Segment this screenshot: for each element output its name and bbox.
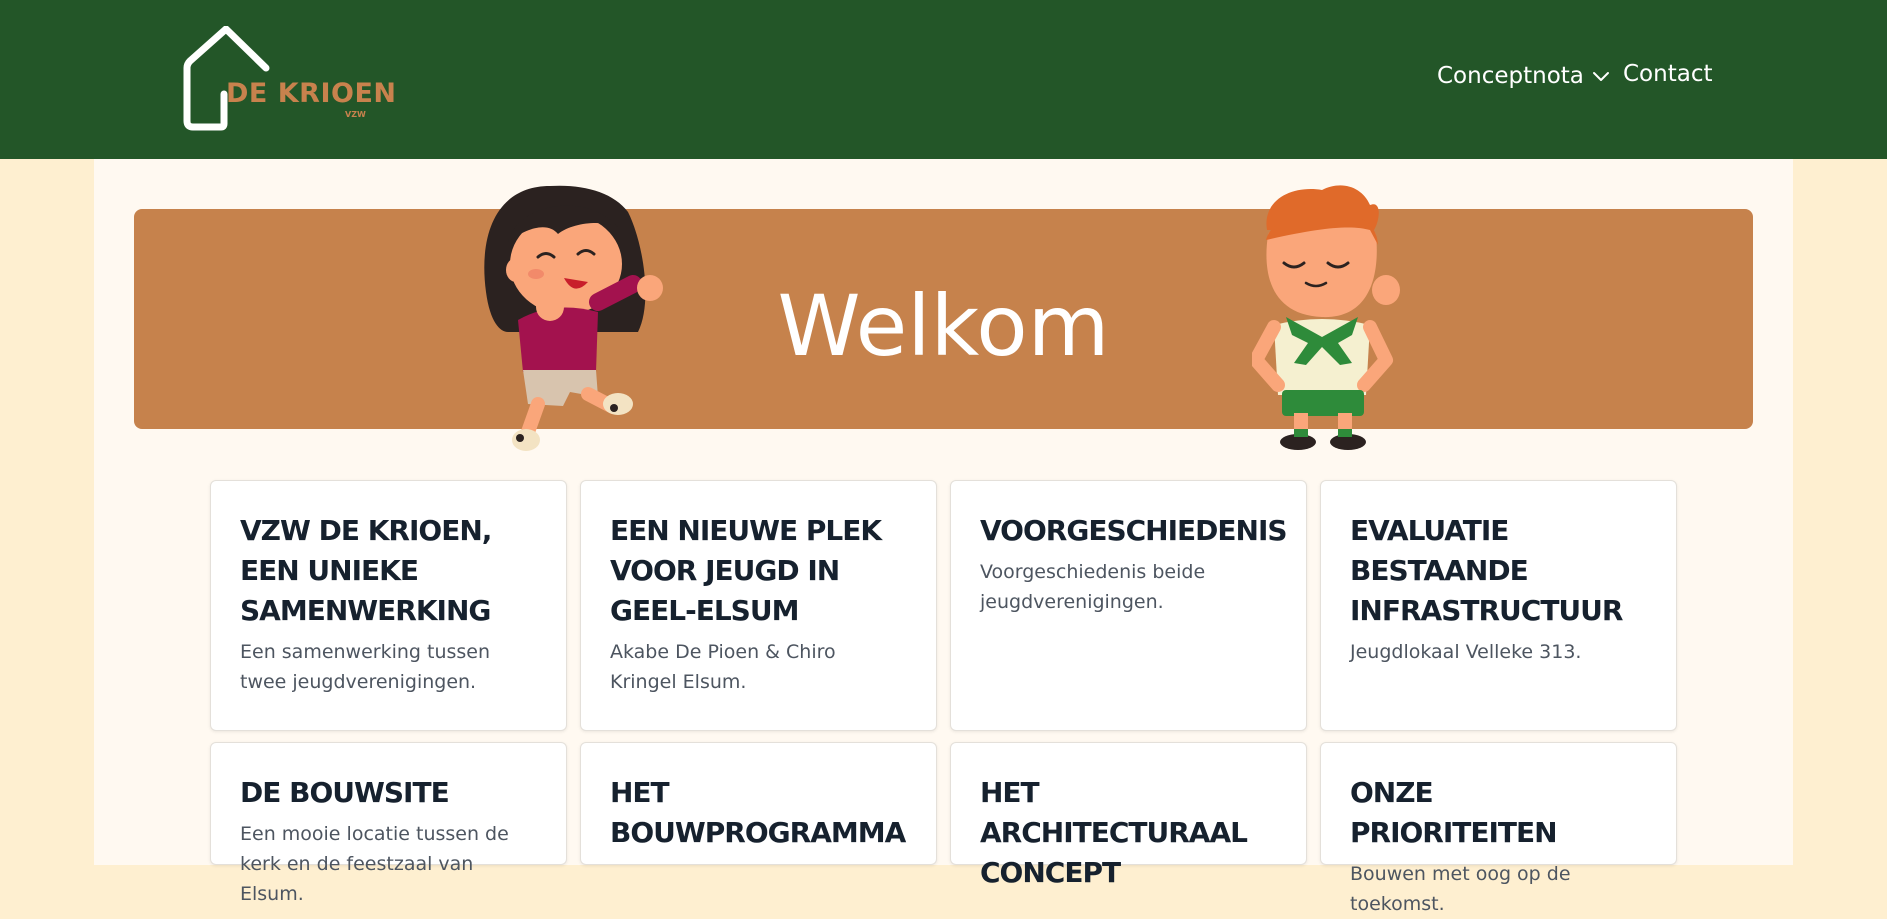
site-header: DE KRIOEN VZW Conceptnota Contact	[0, 0, 1887, 159]
card-title: ONZE PRIORITEITEN	[1350, 776, 1558, 849]
card-description: Jeugdlokaal Velleke 313.	[1350, 641, 1582, 663]
logo-text: DE KRIOEN	[226, 78, 397, 109]
card-title: HET ARCHITECTURAAL CONCEPT	[980, 776, 1248, 889]
card-voorgeschiedenis[interactable]: VOORGESCHIEDENIS Voorgeschiedenis beide …	[950, 480, 1307, 731]
card-description: Een mooie locatie tussen de kerk en de f…	[240, 823, 509, 905]
site-logo[interactable]: DE KRIOEN VZW	[180, 26, 396, 132]
card-description: Voorgeschiedenis beide jeugdverenigingen…	[980, 561, 1206, 613]
card-title: EVALUATIE BESTAANDE INFRASTRUCTUUR	[1350, 514, 1623, 627]
girl-character-illustration	[484, 185, 663, 451]
card-title: EEN NIEUWE PLEK VOOR JEUGD IN GEEL-ELSUM	[610, 514, 882, 627]
card-title: HET BOUWPROGRAMMA	[610, 776, 906, 849]
card-de-bouwsite[interactable]: DE BOUWSITE Een mooie locatie tussen de …	[210, 742, 567, 905]
nav-contact-label: Contact	[1623, 61, 1713, 87]
card-title: VOORGESCHIEDENIS	[980, 514, 1288, 547]
nav-contact-link[interactable]: Contact	[1623, 61, 1712, 87]
card-vzw-de-krioen[interactable]: VZW DE KRIOEN, EEN UNIEKE SAMENWERKING E…	[210, 480, 567, 731]
card-onze-prioriteiten[interactable]: ONZE PRIORITEITEN Bouwen met oog op de t…	[1320, 742, 1677, 915]
welcome-title: Welkom	[777, 277, 1110, 375]
boy-scout-illustration	[1252, 185, 1400, 450]
card-title: DE BOUWSITE	[240, 776, 450, 809]
nav-conceptnota-label: Conceptnota	[1437, 63, 1584, 89]
card-architecturaal-concept[interactable]: HET ARCHITECTURAAL CONCEPT	[950, 742, 1307, 889]
card-evaluatie-infrastructuur[interactable]: EVALUATIE BESTAANDE INFRASTRUCTUUR Jeugd…	[1320, 480, 1677, 731]
logo-subtext: VZW	[345, 110, 366, 119]
card-nieuwe-plek[interactable]: EEN NIEUWE PLEK VOOR JEUGD IN GEEL-ELSUM…	[580, 480, 937, 731]
card-description: Een samenwerking tussen twee jeugdvereni…	[240, 641, 491, 693]
card-title: VZW DE KRIOEN, EEN UNIEKE SAMENWERKING	[240, 514, 492, 627]
card-description: Bouwen met oog op de toekomst.	[1350, 863, 1571, 915]
card-description: Akabe De Pioen & Chiro Kringel Elsum.	[610, 641, 836, 693]
card-het-bouwprogramma[interactable]: HET BOUWPROGRAMMA	[580, 742, 937, 865]
nav-conceptnota-dropdown[interactable]: Conceptnota	[1437, 63, 1610, 89]
chevron-down-icon	[1592, 72, 1609, 81]
